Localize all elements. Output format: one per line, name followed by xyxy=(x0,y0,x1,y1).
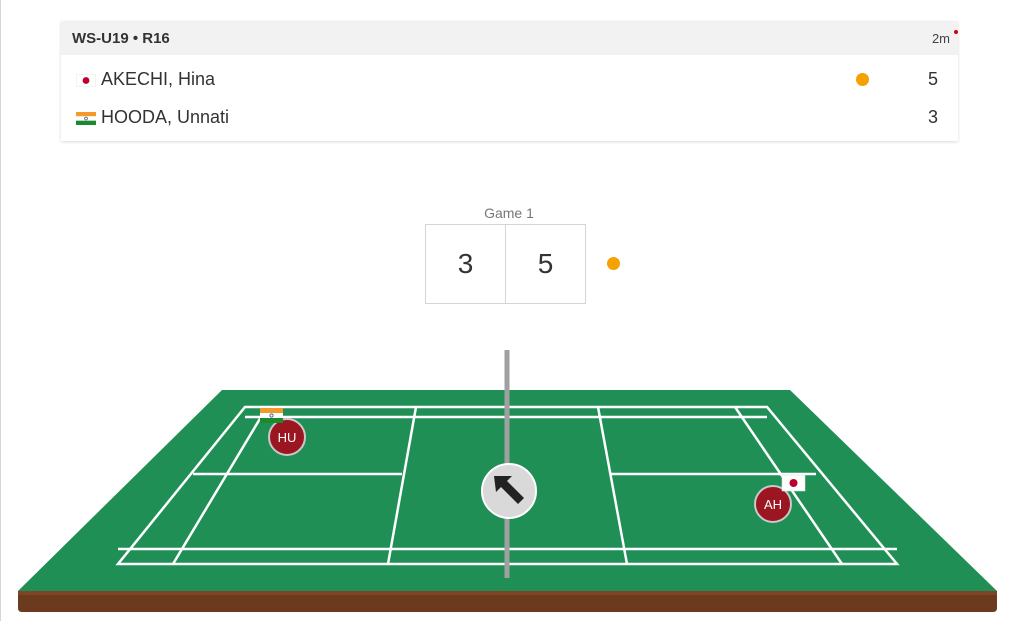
player-initials: HU xyxy=(278,430,297,445)
court-base-top-edge xyxy=(18,591,997,595)
india-flag-icon xyxy=(260,408,283,423)
japan-flag-icon xyxy=(781,474,806,492)
player-initials: AH xyxy=(764,497,782,512)
badminton-court: HU AH xyxy=(18,350,997,612)
arrow-up-left-icon xyxy=(481,463,537,519)
